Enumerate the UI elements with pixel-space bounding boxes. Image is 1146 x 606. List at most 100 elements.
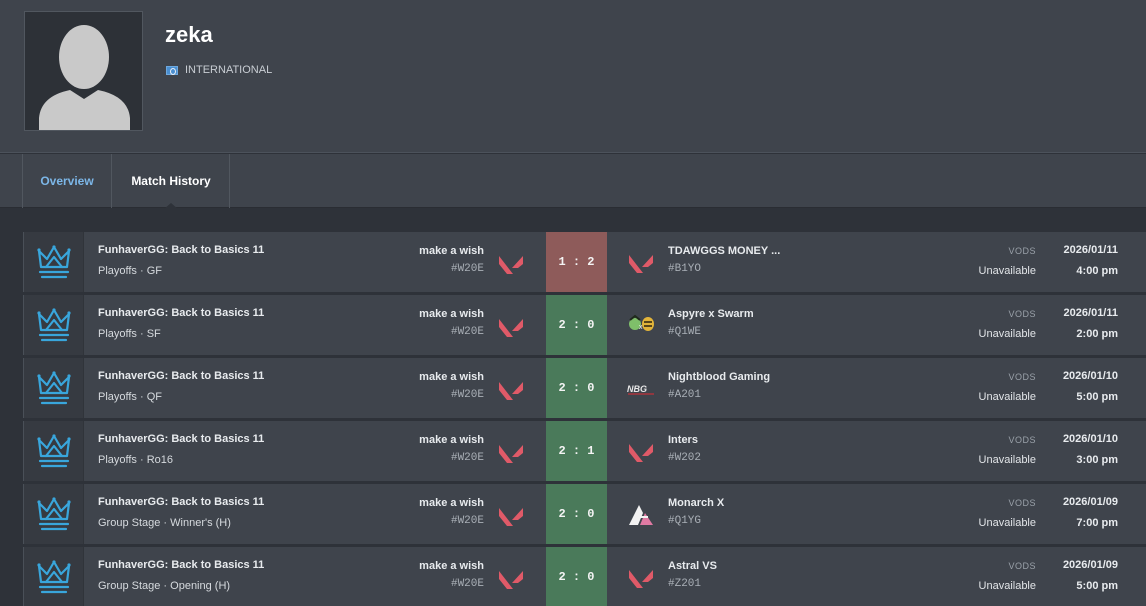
vods-label: VODS <box>1008 435 1036 445</box>
team2[interactable]: Inters #W202 <box>668 434 701 464</box>
svg-text:NBG: NBG <box>627 384 647 394</box>
crown-league-icon <box>36 560 71 594</box>
match-row[interactable]: FunhaverGG: Back to Basics 11 Group Stag… <box>23 484 1146 544</box>
league-logo-cell <box>24 358 84 418</box>
team1-name: make a wish <box>419 434 484 446</box>
match-date: 2026/01/09 <box>1062 496 1118 508</box>
team1[interactable]: make a wish #W20E <box>419 371 484 401</box>
crown-league-icon <box>36 308 71 342</box>
team2[interactable]: TDAWGGS MONEY ... #B1YO <box>668 245 780 275</box>
match-time: 3:00 pm <box>1076 454 1118 466</box>
team1-name: make a wish <box>419 497 484 509</box>
vods-label: VODS <box>1008 246 1036 256</box>
match-datetime: 2026/01/09 5:00 pm <box>1063 559 1118 592</box>
team2-name: Nightblood Gaming <box>668 371 771 383</box>
event-name[interactable]: FunhaverGG: Back to Basics 11 <box>98 307 264 319</box>
team1-name: make a wish <box>419 308 484 320</box>
event-stage: Group Stage · Opening (H) <box>98 580 231 592</box>
vods: VODS Unavailable <box>979 309 1036 340</box>
profile-tabs: Overview Match History <box>0 154 1146 209</box>
vods: VODS Unavailable <box>979 246 1036 277</box>
match-list: FunhaverGG: Back to Basics 11 Playoffs ·… <box>23 232 1146 606</box>
team2-name: TDAWGGS MONEY ... <box>668 245 781 257</box>
monarch-logo-icon <box>626 499 656 529</box>
vods-label: VODS <box>1008 309 1036 319</box>
match-date: 2026/01/09 <box>1062 559 1118 571</box>
match-row[interactable]: FunhaverGG: Back to Basics 11 Playoffs ·… <box>23 232 1146 292</box>
team2-tag: #A201 <box>668 389 702 401</box>
event-stage: Group Stage · Winner's (H) <box>98 517 231 529</box>
league-logo-cell <box>24 295 84 355</box>
match-row[interactable]: FunhaverGG: Back to Basics 11 Playoffs ·… <box>23 295 1146 355</box>
valorant-icon <box>626 436 656 466</box>
league-logo-cell <box>24 232 84 292</box>
profile-header: zeka INTERNATIONAL <box>0 0 1146 153</box>
team1-tag: #W20E <box>450 326 484 338</box>
team2[interactable]: Monarch X #Q1YG <box>668 497 724 527</box>
score-box[interactable]: 2 : 0 <box>546 547 607 606</box>
team2[interactable]: Nightblood Gaming #A201 <box>668 371 770 401</box>
tab-overview[interactable]: Overview <box>22 154 112 208</box>
score-box[interactable]: 2 : 0 <box>546 295 607 355</box>
match-date: 2026/01/11 <box>1063 244 1118 256</box>
team1[interactable]: make a wish #W20E <box>419 497 484 527</box>
team2-name: Aspyre x Swarm <box>668 308 754 320</box>
team1-name: make a wish <box>419 245 484 257</box>
valorant-icon <box>496 374 526 404</box>
team1[interactable]: make a wish #W20E <box>419 308 484 338</box>
match-row[interactable]: FunhaverGG: Back to Basics 11 Group Stag… <box>23 547 1146 606</box>
crown-league-icon <box>36 371 71 405</box>
team2[interactable]: Astral VS #Z201 <box>668 560 717 590</box>
team1[interactable]: make a wish #W20E <box>419 560 484 590</box>
team1[interactable]: make a wish #W20E <box>419 434 484 464</box>
match-datetime: 2026/01/10 3:00 pm <box>1063 433 1118 466</box>
match-time: 7:00 pm <box>1076 517 1118 529</box>
league-logo-cell <box>24 484 84 544</box>
score-box[interactable]: 1 : 2 <box>546 232 607 292</box>
score-box[interactable]: 2 : 1 <box>546 421 607 481</box>
vods-status: Unavailable <box>978 265 1036 277</box>
team1-name: make a wish <box>419 371 484 383</box>
score-box[interactable]: 2 : 0 <box>546 484 607 544</box>
match-time: 5:00 pm <box>1076 391 1118 403</box>
match-row[interactable]: FunhaverGG: Back to Basics 11 Playoffs ·… <box>23 358 1146 418</box>
un-flag-icon <box>166 65 178 75</box>
event-name[interactable]: FunhaverGG: Back to Basics 11 <box>98 559 264 571</box>
event-name[interactable]: FunhaverGG: Back to Basics 11 <box>98 244 264 256</box>
team2[interactable]: Aspyre x Swarm #Q1WE <box>668 308 754 338</box>
event-name[interactable]: FunhaverGG: Back to Basics 11 <box>98 433 264 445</box>
match-time: 5:00 pm <box>1076 580 1118 592</box>
team2-name: Astral VS <box>668 560 717 572</box>
vods-status: Unavailable <box>978 580 1036 592</box>
vods: VODS Unavailable <box>979 372 1036 403</box>
event-stage: Playoffs · QF <box>98 391 162 403</box>
event-stage: Playoffs · Ro16 <box>98 454 174 466</box>
league-logo-cell <box>24 421 84 481</box>
team2-tag: #Q1YG <box>668 515 702 527</box>
vods-status: Unavailable <box>978 454 1036 466</box>
score-box[interactable]: 2 : 0 <box>546 358 607 418</box>
team1-tag: #W20E <box>450 389 484 401</box>
team1[interactable]: make a wish #W20E <box>419 245 484 275</box>
vods-status: Unavailable <box>978 391 1036 403</box>
tab-match-history[interactable]: Match History <box>113 154 230 209</box>
vods: VODS Unavailable <box>979 561 1036 592</box>
event-stage: Playoffs · GF <box>98 265 162 277</box>
crown-league-icon <box>36 497 71 531</box>
match-datetime: 2026/01/11 4:00 pm <box>1064 244 1118 277</box>
valorant-icon <box>496 311 526 341</box>
team1-name: make a wish <box>419 560 484 572</box>
match-row[interactable]: FunhaverGG: Back to Basics 11 Playoffs ·… <box>23 421 1146 481</box>
event-name[interactable]: FunhaverGG: Back to Basics 11 <box>98 370 264 382</box>
team2-tag: #B1YO <box>668 263 702 275</box>
match-date: 2026/01/11 <box>1063 307 1118 319</box>
event-name[interactable]: FunhaverGG: Back to Basics 11 <box>98 496 264 508</box>
match-date: 2026/01/10 <box>1062 370 1118 382</box>
match-datetime: 2026/01/09 7:00 pm <box>1063 496 1118 529</box>
valorant-icon <box>496 500 526 530</box>
match-datetime: 2026/01/10 5:00 pm <box>1063 370 1118 403</box>
valorant-icon <box>496 248 526 278</box>
team1-tag: #W20E <box>450 263 484 275</box>
vods: VODS Unavailable <box>979 435 1036 466</box>
event-stage: Playoffs · SF <box>98 328 161 340</box>
